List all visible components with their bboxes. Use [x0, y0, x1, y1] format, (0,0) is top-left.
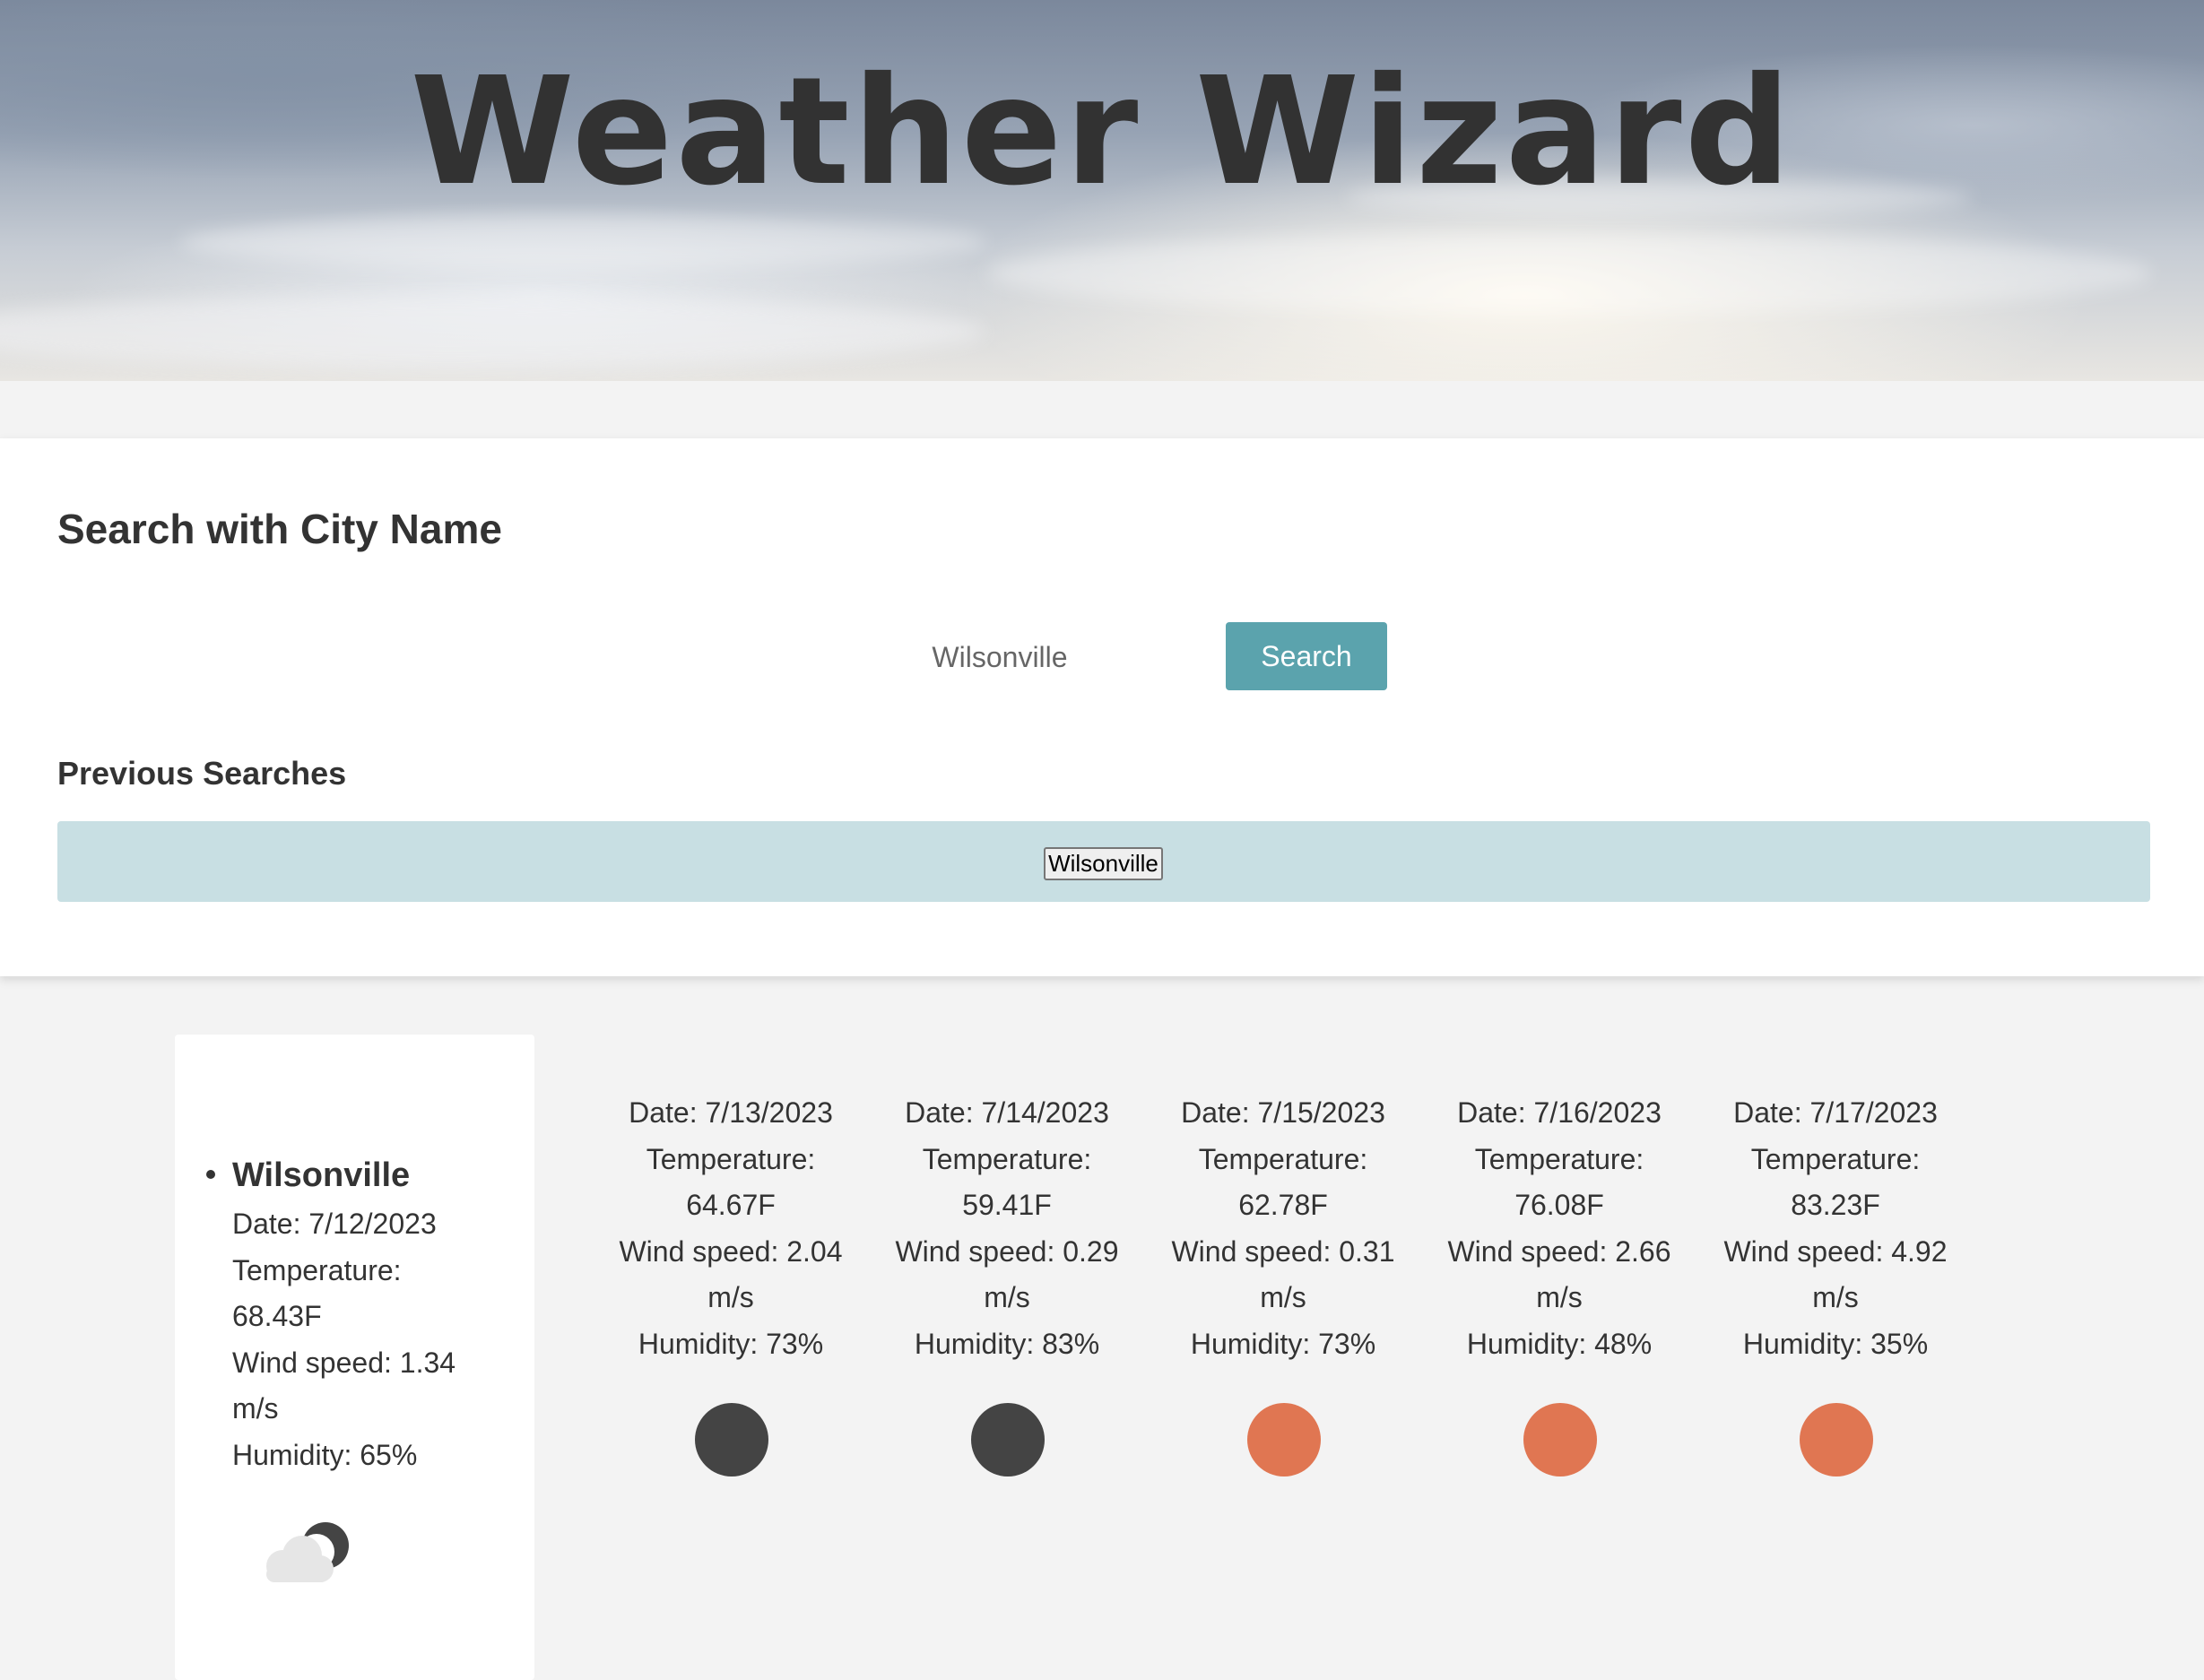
forecast-temperature-label: Temperature: [1750, 1142, 1921, 1175]
forecast-wind-unit: m/s [1260, 1281, 1306, 1313]
search-heading: Search with City Name [57, 506, 502, 552]
forecast-wind-unit: m/s [707, 1281, 754, 1313]
city-search-input[interactable] [807, 626, 1193, 688]
forecast-wind-label: Wind speed: 4.92 [1723, 1234, 1948, 1268]
current-temperature-label: Temperature: [232, 1253, 402, 1286]
forecast-day: Date: 7/17/2023 Temperature: 83.23F Wind… [1714, 1090, 1957, 1367]
forecast-day: Date: 7/16/2023 Temperature: 76.08F Wind… [1438, 1090, 1680, 1367]
dark-circle-icon [971, 1403, 1045, 1476]
current-wind-label: Wind speed: 1.34 [232, 1346, 456, 1379]
forecast-humidity: Humidity: 73% [1190, 1327, 1376, 1360]
list-bullet [206, 1170, 215, 1179]
current-wind-unit: m/s [232, 1392, 279, 1425]
forecast-temperature-value: 59.41F [962, 1189, 1052, 1221]
forecast-wind-label: Wind speed: 2.04 [619, 1234, 843, 1268]
forecast-temperature-value: 76.08F [1514, 1189, 1604, 1221]
forecast-date: Date: 7/16/2023 [1457, 1096, 1662, 1129]
forecast-humidity: Humidity: 83% [914, 1327, 1100, 1360]
forecast-day: Date: 7/15/2023 Temperature: 62.78F Wind… [1162, 1090, 1404, 1367]
forecast-temperature-value: 64.67F [686, 1189, 776, 1221]
sun-icon [1800, 1403, 1873, 1476]
sun-icon [1523, 1403, 1597, 1476]
current-date: Date: 7/12/2023 [232, 1208, 437, 1240]
forecast-day: Date: 7/14/2023 Temperature: 59.41F Wind… [886, 1090, 1128, 1367]
previous-search-button[interactable]: Wilsonville [1044, 847, 1163, 880]
forecast-temperature-label: Temperature: [922, 1142, 1092, 1175]
current-city-name: Wilsonville [232, 1156, 411, 1194]
search-button[interactable]: Search [1226, 622, 1387, 690]
forecast-date: Date: 7/14/2023 [905, 1096, 1109, 1129]
current-weather-details: Date: 7/12/2023 Temperature: 68.43F Wind… [232, 1201, 501, 1478]
forecast-humidity: Humidity: 73% [638, 1327, 824, 1360]
forecast-wind-unit: m/s [1812, 1281, 1859, 1313]
forecast-temperature-value: 83.23F [1791, 1189, 1880, 1221]
forecast-temperature-label: Temperature: [1198, 1142, 1368, 1175]
previous-searches-heading: Previous Searches [57, 755, 347, 792]
sun-icon [1247, 1403, 1321, 1476]
forecast-date: Date: 7/15/2023 [1181, 1096, 1385, 1129]
partly-cloudy-night-icon [266, 1522, 349, 1582]
forecast-wind-label: Wind speed: 0.31 [1171, 1234, 1395, 1268]
forecast-day: Date: 7/13/2023 Temperature: 64.67F Wind… [610, 1090, 852, 1367]
forecast-wind-unit: m/s [1536, 1281, 1583, 1313]
forecast-wind-label: Wind speed: 0.29 [895, 1234, 1119, 1268]
forecast-date: Date: 7/17/2023 [1733, 1096, 1938, 1129]
forecast-wind-label: Wind speed: 2.66 [1447, 1234, 1671, 1268]
current-temperature-value: 68.43F [232, 1300, 322, 1332]
hero-banner: Weather Wizard [0, 0, 2204, 381]
forecast-date: Date: 7/13/2023 [629, 1096, 833, 1129]
current-humidity: Humidity: 65% [232, 1438, 418, 1471]
forecast-humidity: Humidity: 35% [1742, 1327, 1929, 1360]
forecast-temperature-value: 62.78F [1238, 1189, 1328, 1221]
forecast-temperature-label: Temperature: [646, 1142, 816, 1175]
forecast-humidity: Humidity: 48% [1466, 1327, 1653, 1360]
dark-circle-icon [695, 1403, 768, 1476]
app-title: Weather Wizard [410, 46, 1794, 219]
forecast-wind-unit: m/s [984, 1281, 1030, 1313]
forecast-temperature-label: Temperature: [1474, 1142, 1644, 1175]
